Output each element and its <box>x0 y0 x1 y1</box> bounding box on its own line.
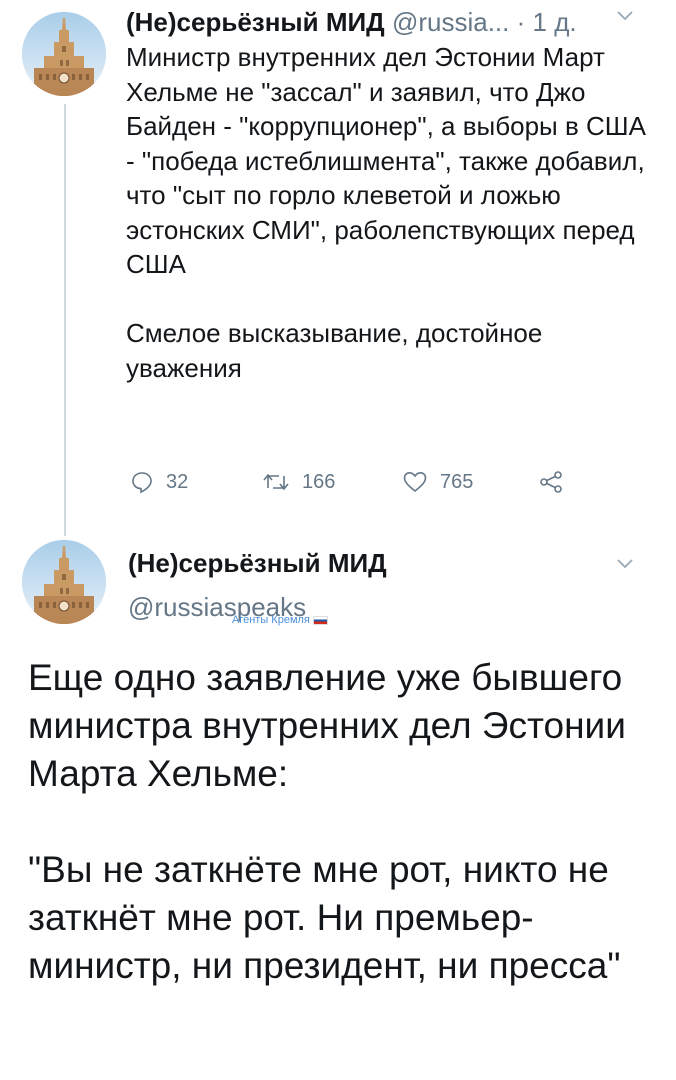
reply-button[interactable]: 32 <box>130 470 188 494</box>
share-button[interactable] <box>538 470 564 494</box>
reply-icon <box>130 470 154 494</box>
chevron-down-icon[interactable] <box>616 558 634 570</box>
chevron-down-icon[interactable] <box>616 10 634 22</box>
like-count: 765 <box>440 470 474 493</box>
like-button[interactable]: 765 <box>402 470 473 494</box>
author-name[interactable]: (Не)серьёзный МИД <box>126 7 385 37</box>
tweet-actions: 32 166 765 <box>126 470 576 504</box>
like-icon <box>402 470 428 494</box>
watermark: Агенты Кремля <box>232 614 328 626</box>
reply-count: 32 <box>166 470 189 493</box>
avatar[interactable] <box>22 540 106 624</box>
author-handle[interactable]: @russia... <box>392 7 509 37</box>
watermark-text: Агенты Кремля <box>232 614 310 626</box>
tweet-text: Министр внутренних дел Эстонии Март Хель… <box>126 42 646 383</box>
author-name[interactable]: (Не)серьёзный МИД <box>128 548 387 579</box>
share-icon <box>538 470 564 494</box>
russia-flag-icon <box>312 615 328 625</box>
tweet-header: (Не)серьёзный МИД @russia... · 1 д. <box>126 5 577 39</box>
retweet-icon <box>262 470 290 494</box>
avatar[interactable] <box>22 12 106 96</box>
retweet-count: 166 <box>302 470 336 493</box>
tweet-timestamp[interactable]: 1 д. <box>533 7 577 37</box>
thread-connector-line <box>64 104 66 536</box>
retweet-button[interactable]: 166 <box>262 470 335 494</box>
header-separator: · <box>516 7 526 37</box>
tweet-text: Еще одно заявление уже бывшего министра … <box>28 657 626 986</box>
